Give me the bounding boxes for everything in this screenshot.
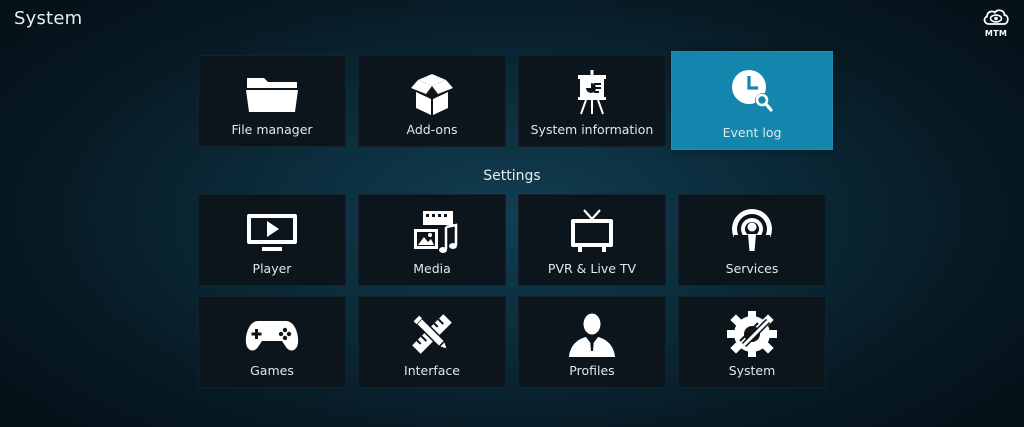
tile-player[interactable]: Player [198, 194, 346, 286]
tile-label: File manager [231, 122, 313, 137]
tile-label: Services [725, 261, 779, 276]
tile-system-information[interactable]: System information [518, 55, 666, 147]
folder-icon [242, 68, 302, 118]
podcast-broadcast-icon [722, 207, 782, 257]
tile-event-log[interactable]: Event log [671, 51, 833, 150]
tile-pvr-live-tv[interactable]: PVR & Live TV [518, 194, 666, 286]
media-film-photo-music-icon [402, 207, 462, 257]
pencil-ruler-icon [402, 309, 462, 359]
tile-label: PVR & Live TV [547, 261, 637, 276]
tile-label: System information [530, 122, 654, 137]
monitor-play-icon [242, 207, 302, 257]
person-profile-icon [562, 309, 622, 359]
tile-services[interactable]: Services [678, 194, 826, 286]
tile-label: Event log [722, 125, 782, 140]
system-screen: System MTM File manager Add-ons System i… [0, 0, 1024, 427]
clock-search-icon [722, 66, 782, 116]
open-box-icon [402, 68, 462, 118]
tile-label: Media [413, 261, 451, 276]
tile-games[interactable]: Games [198, 296, 346, 388]
mtm-logo: MTM [982, 7, 1010, 38]
tile-label: Add-ons [406, 122, 458, 137]
gamepad-icon [242, 309, 302, 359]
tile-label: Interface [404, 363, 460, 378]
logo-text: MTM [984, 29, 1008, 38]
tile-interface[interactable]: Interface [358, 296, 506, 388]
settings-section-header: Settings [483, 168, 541, 184]
tile-label: System [728, 363, 776, 378]
tile-label: Profiles [569, 363, 615, 378]
tile-file-manager[interactable]: File manager [198, 55, 346, 147]
tile-system[interactable]: System [678, 296, 826, 388]
tile-add-ons[interactable]: Add-ons [358, 55, 506, 147]
tile-label: Player [252, 261, 292, 276]
tile-profiles[interactable]: Profiles [518, 296, 666, 388]
presentation-easel-icon [562, 68, 622, 118]
gear-wrench-icon [722, 309, 782, 359]
page-title: System [14, 8, 83, 29]
eye-cloud-icon [983, 9, 1009, 25]
tile-media[interactable]: Media [358, 194, 506, 286]
tv-antenna-icon [562, 207, 622, 257]
tile-label: Games [250, 363, 294, 378]
